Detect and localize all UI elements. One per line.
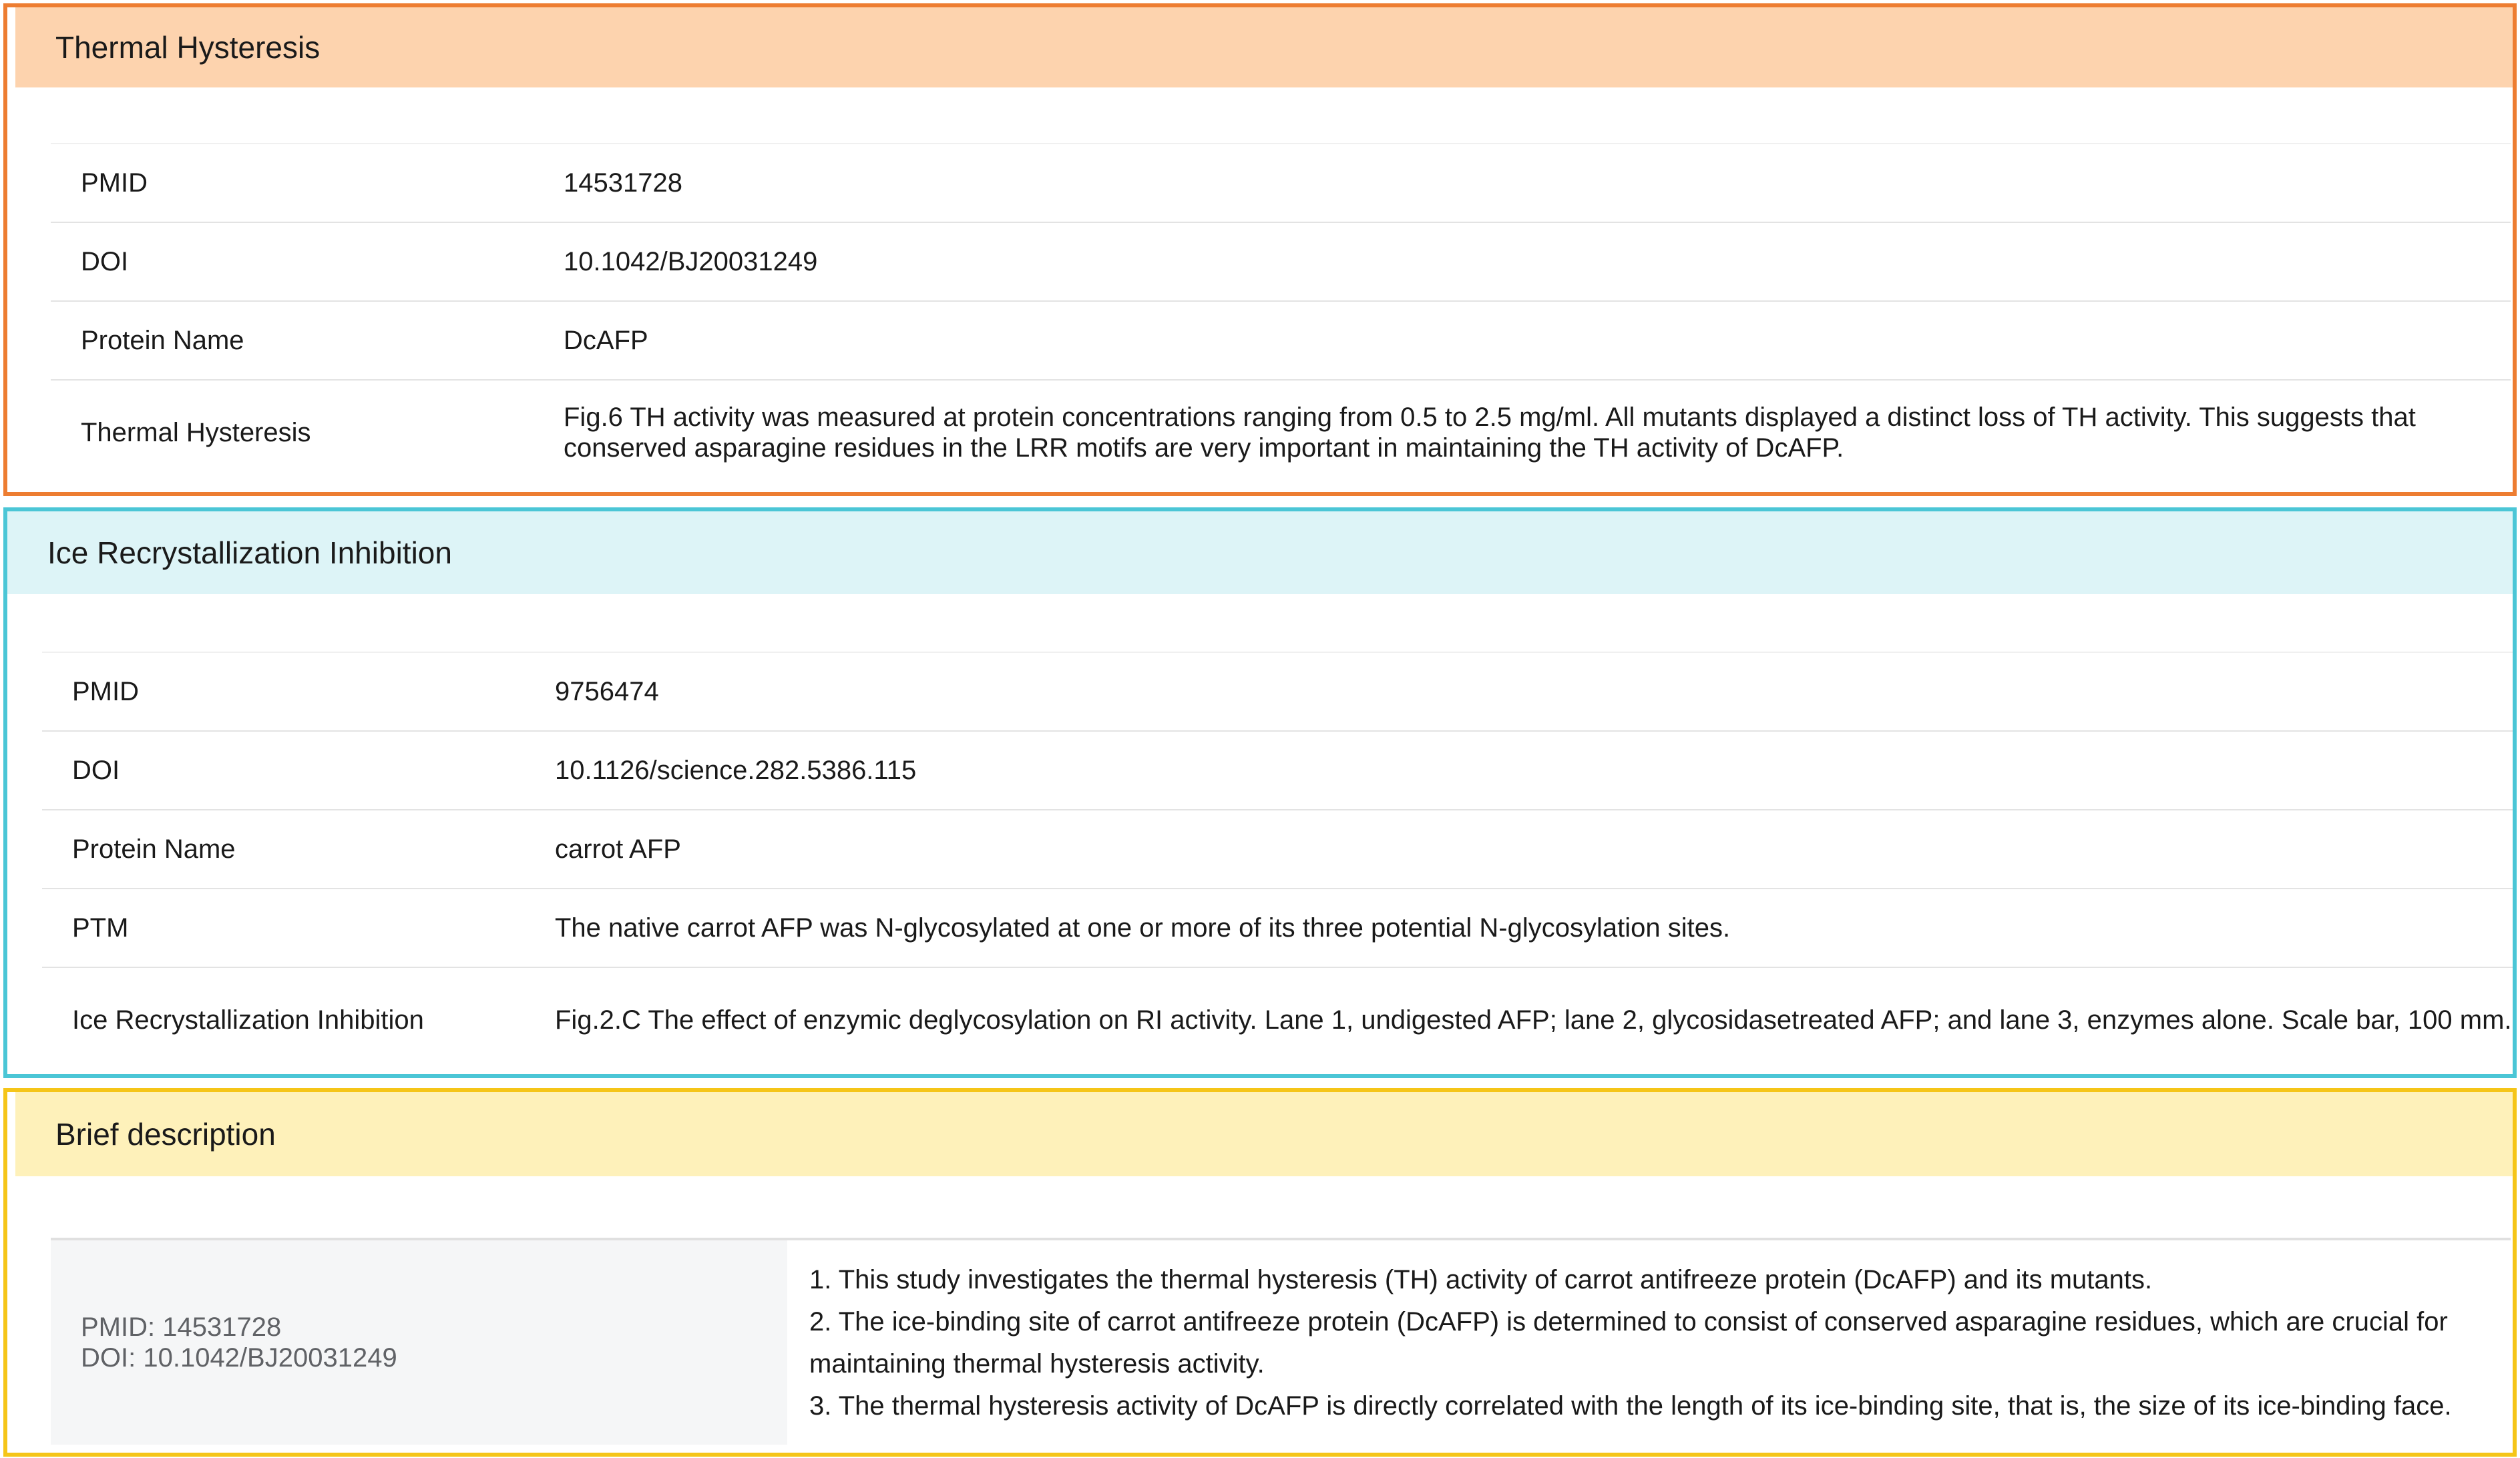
doi-value: 10.1126/science.282.5386.115 bbox=[525, 730, 2513, 810]
row-key: Ice Recrystallization Inhibition bbox=[42, 967, 525, 1072]
brief-doi: DOI: 10.1042/BJ20031249 bbox=[81, 1343, 397, 1373]
brief-description-header: Brief description bbox=[15, 1092, 2513, 1176]
ice-recrystallization-title: Ice Recrystallization Inhibition bbox=[47, 535, 452, 570]
thermal-hysteresis-value: Fig.6 TH activity was measured at protei… bbox=[534, 379, 2511, 485]
thermal-hysteresis-header: Thermal Hysteresis bbox=[15, 7, 2513, 87]
table-row: PTM The native carrot AFP was N-glycosyl… bbox=[42, 888, 2513, 967]
brief-points: 1. This study investigates the thermal h… bbox=[787, 1240, 2511, 1445]
table-row: Ice Recrystallization Inhibition Fig.2.C… bbox=[42, 967, 2513, 1072]
table-row: DOI 10.1126/science.282.5386.115 bbox=[42, 730, 2513, 810]
list-item: 2. The ice-binding site of carrot antifr… bbox=[809, 1307, 2448, 1379]
brief-pmid: PMID: 14531728 bbox=[81, 1312, 282, 1342]
row-key: Protein Name bbox=[42, 809, 525, 889]
row-key: DOI bbox=[42, 730, 525, 810]
brief-description-panel: Brief description PMID: 14531728 DOI: 10… bbox=[3, 1088, 2517, 1457]
row-key: PMID bbox=[51, 143, 534, 222]
row-key: PMID bbox=[42, 652, 525, 731]
protein-name-value: DcAFP bbox=[534, 300, 2511, 380]
ice-recrystallization-table: PMID 9756474 DOI 10.1126/science.282.538… bbox=[42, 652, 2513, 1072]
pmid-value: 9756474 bbox=[525, 652, 2513, 731]
pmid-value: 14531728 bbox=[534, 143, 2511, 222]
brief-description-body: PMID: 14531728 DOI: 10.1042/BJ20031249 1… bbox=[51, 1238, 2511, 1445]
thermal-hysteresis-panel: Thermal Hysteresis PMID 14531728 DOI 10.… bbox=[3, 3, 2517, 496]
row-key: Protein Name bbox=[51, 300, 534, 380]
ptm-value: The native carrot AFP was N-glycosylated… bbox=[525, 888, 2513, 967]
list-item: 3. The thermal hysteresis activity of Dc… bbox=[809, 1391, 2452, 1421]
brief-description-title: Brief description bbox=[55, 1117, 276, 1152]
ice-recrystallization-panel: Ice Recrystallization Inhibition PMID 97… bbox=[3, 507, 2517, 1078]
table-row: Thermal Hysteresis Fig.6 TH activity was… bbox=[51, 379, 2511, 485]
table-row: PMID 9756474 bbox=[42, 652, 2513, 731]
thermal-hysteresis-table: PMID 14531728 DOI 10.1042/BJ20031249 Pro… bbox=[51, 143, 2511, 485]
row-key: DOI bbox=[51, 222, 534, 301]
table-row: Protein Name DcAFP bbox=[51, 300, 2511, 380]
row-key: PTM bbox=[42, 888, 525, 967]
protein-name-value: carrot AFP bbox=[525, 809, 2513, 889]
ice-recrystallization-value: Fig.2.C The effect of enzymic deglycosyl… bbox=[525, 967, 2513, 1072]
row-key: Thermal Hysteresis bbox=[51, 379, 534, 485]
thermal-hysteresis-title: Thermal Hysteresis bbox=[55, 30, 321, 65]
table-row: Protein Name carrot AFP bbox=[42, 809, 2513, 889]
table-row: DOI 10.1042/BJ20031249 bbox=[51, 222, 2511, 301]
doi-value: 10.1042/BJ20031249 bbox=[534, 222, 2511, 301]
brief-reference: PMID: 14531728 DOI: 10.1042/BJ20031249 bbox=[51, 1240, 787, 1445]
table-row: PMID 14531728 bbox=[51, 143, 2511, 222]
ice-recrystallization-header: Ice Recrystallization Inhibition bbox=[7, 511, 2513, 594]
list-item: 1. This study investigates the thermal h… bbox=[809, 1265, 2153, 1294]
